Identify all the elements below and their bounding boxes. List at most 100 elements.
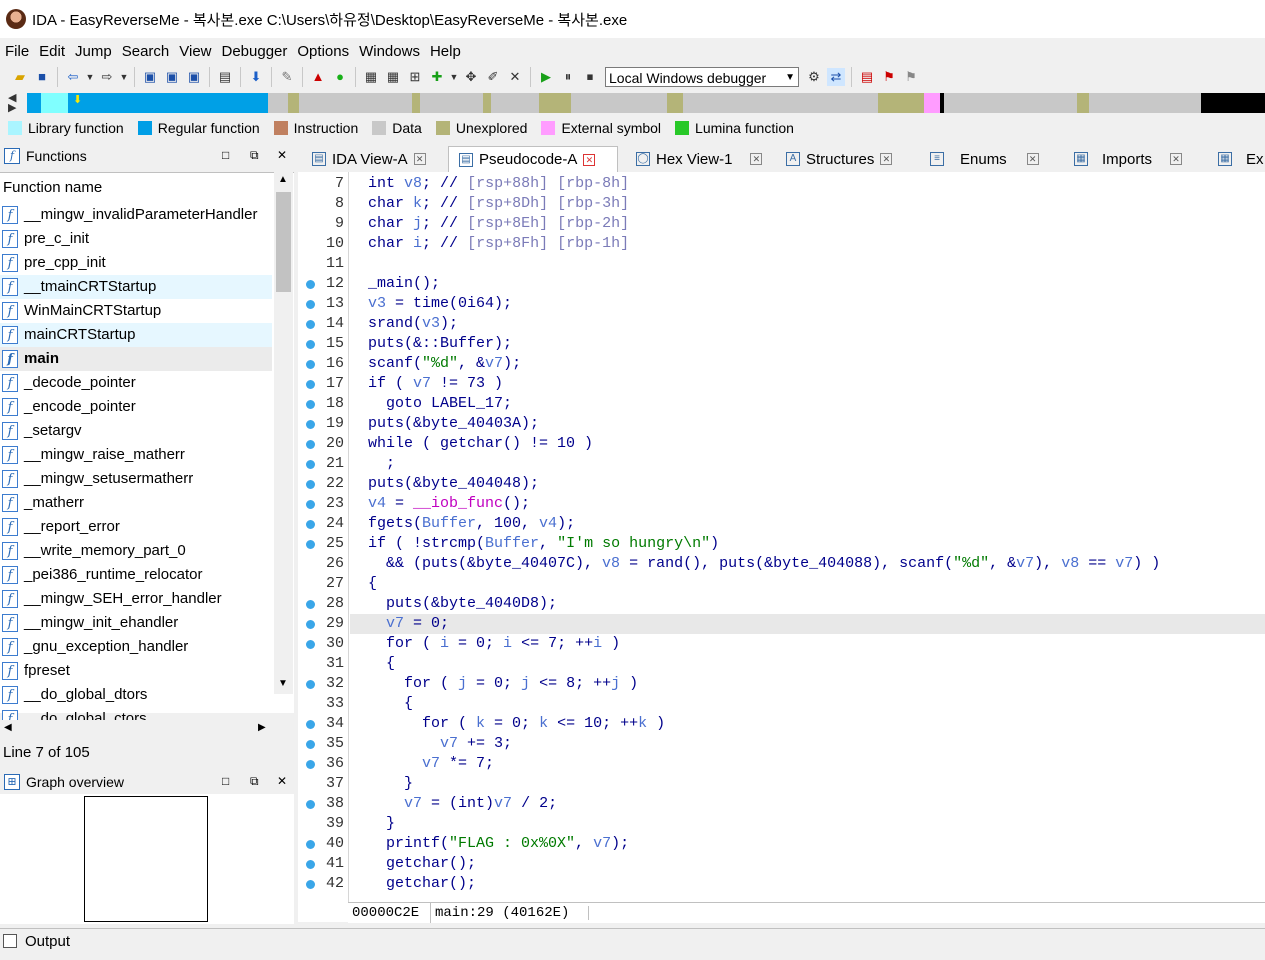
search-next-icon[interactable]: ▤ bbox=[216, 68, 234, 86]
breakpoints-icon[interactable]: ▤ bbox=[858, 68, 876, 86]
code-line[interactable]: puts(&byte_4040D8); bbox=[368, 594, 557, 614]
function-list-item[interactable]: f _pei386_runtime_relocator bbox=[0, 563, 272, 587]
debug-options-icon[interactable]: ⚙ bbox=[805, 68, 823, 86]
scrollbar-thumb[interactable] bbox=[276, 192, 291, 292]
pseudocode-view[interactable]: 7 8 9 10 11 12 13 14 15 16 17 18 19 20 21 22 23 24 25 26 27 2… bbox=[298, 172, 1265, 902]
breakpoint-marker-icon[interactable] bbox=[306, 360, 315, 369]
nav-segment-data[interactable] bbox=[268, 93, 288, 113]
node-dropdown-icon[interactable]: ▼ bbox=[450, 68, 459, 86]
code-line[interactable]: v3 = time(0i64); bbox=[368, 294, 512, 314]
breakpoint-marker-icon[interactable] bbox=[306, 400, 315, 409]
breakpoint-marker-icon[interactable] bbox=[306, 340, 315, 349]
breakpoint-marker-icon[interactable] bbox=[306, 540, 315, 549]
function-list-item[interactable]: f __write_memory_part_0 bbox=[0, 539, 272, 563]
menu-windows[interactable]: Windows bbox=[354, 43, 425, 60]
run-green-icon[interactable]: ● bbox=[331, 68, 349, 86]
breakpoint-marker-icon[interactable] bbox=[306, 620, 315, 629]
add-node-icon[interactable]: ✚ bbox=[428, 68, 446, 86]
code-line[interactable]: while ( getchar() != 10 ) bbox=[368, 434, 593, 454]
forward-icon[interactable]: ⇨ bbox=[98, 68, 116, 86]
function-list-item[interactable]: f pre_c_init bbox=[0, 227, 272, 251]
back-icon[interactable]: ⇦ bbox=[64, 68, 82, 86]
code-line[interactable]: char j; // [rsp+8Eh] [rbp-2h] bbox=[368, 214, 629, 234]
graph-overview-canvas[interactable] bbox=[0, 794, 294, 924]
function-list-item[interactable]: f _encode_pointer bbox=[0, 395, 272, 419]
edit-icon[interactable]: ✐ bbox=[484, 68, 502, 86]
play-icon[interactable]: ▶ bbox=[537, 68, 555, 86]
breakpoint-marker-icon[interactable] bbox=[306, 680, 315, 689]
scroll-down-icon[interactable]: ▼ bbox=[278, 678, 288, 689]
nav-segment-library[interactable] bbox=[41, 93, 68, 113]
code-line[interactable]: printf("FLAG : 0x%0X", v7); bbox=[368, 834, 629, 854]
search-binary-icon[interactable]: ▣ bbox=[163, 68, 181, 86]
code-line[interactable]: && (puts(&byte_40407C), v8 = rand(), put… bbox=[368, 554, 1160, 574]
panel-float-icon[interactable]: ⧉ bbox=[250, 148, 259, 163]
code-line[interactable]: getchar(); bbox=[368, 874, 476, 894]
tab-close-icon[interactable]: ✕ bbox=[880, 153, 893, 165]
code-line[interactable]: char k; // [rsp+8Dh] [rbp-3h] bbox=[368, 194, 629, 214]
code-line[interactable]: int v8; // [rsp+88h] [rbp-8h] bbox=[368, 174, 629, 194]
function-list-item[interactable]: f __mingw_raise_matherr bbox=[0, 443, 272, 467]
breakpoint-marker-icon[interactable] bbox=[306, 520, 315, 529]
code-line[interactable]: for ( k = 0; k <= 10; ++k ) bbox=[368, 714, 665, 734]
node-icon[interactable]: ⊞ bbox=[406, 68, 424, 86]
menu-options[interactable]: Options bbox=[292, 43, 354, 60]
breakpoint-marker-icon[interactable] bbox=[306, 800, 315, 809]
break-icon[interactable]: ✎ bbox=[278, 68, 296, 86]
breakpoint-marker-icon[interactable] bbox=[306, 880, 315, 889]
panel-minimize-icon[interactable]: □ bbox=[222, 774, 229, 788]
debugger-select[interactable]: Local Windows debugger ▼ bbox=[605, 67, 799, 87]
breakpoint-marker-icon[interactable] bbox=[306, 420, 315, 429]
code-line[interactable]: scanf("%d", &v7); bbox=[368, 354, 521, 374]
code-line[interactable]: srand(v3); bbox=[368, 314, 458, 334]
menu-jump[interactable]: Jump bbox=[70, 43, 117, 60]
function-list-item[interactable]: f _matherr bbox=[0, 491, 272, 515]
search-immediate-icon[interactable]: ▣ bbox=[185, 68, 203, 86]
code-line[interactable]: { bbox=[368, 654, 395, 674]
graph-overview-viewport[interactable] bbox=[84, 796, 208, 922]
tab-structures[interactable]: A Structures ✕ bbox=[786, 146, 906, 172]
tab-close-icon[interactable]: ✕ bbox=[583, 153, 596, 166]
scroll-up-icon[interactable]: ▲ bbox=[278, 174, 288, 185]
attach-icon[interactable]: ⇄ bbox=[827, 68, 845, 86]
code-line[interactable]: { bbox=[368, 694, 413, 714]
save-icon[interactable]: ■ bbox=[33, 68, 51, 86]
breakpoint-marker-icon[interactable] bbox=[306, 460, 315, 469]
tab-close-icon[interactable]: ✕ bbox=[750, 153, 763, 165]
function-list-item[interactable]: f mainCRTStartup bbox=[0, 323, 272, 347]
back-dropdown-icon[interactable]: ▼ bbox=[86, 68, 95, 86]
nav-left-arrows-icon[interactable]: ◀ ▶ bbox=[8, 93, 24, 114]
breakpoint-marker-icon[interactable] bbox=[306, 840, 315, 849]
breakpoint-marker-icon[interactable] bbox=[306, 720, 315, 729]
function-list-item[interactable]: f _decode_pointer bbox=[0, 371, 272, 395]
function-list-item[interactable]: f __mingw_SEH_error_handler bbox=[0, 587, 272, 611]
code-line[interactable]: goto LABEL_17; bbox=[368, 394, 512, 414]
menu-search[interactable]: Search bbox=[117, 43, 175, 60]
open-icon[interactable]: ▰ bbox=[11, 68, 29, 86]
close-icon[interactable]: ✕ bbox=[506, 68, 524, 86]
code-line[interactable]: v7 = (int)v7 / 2; bbox=[368, 794, 557, 814]
function-list-item[interactable]: f fpreset bbox=[0, 659, 272, 683]
function-list-item[interactable]: f __report_error bbox=[0, 515, 272, 539]
nav-segment-regular[interactable] bbox=[68, 93, 268, 113]
menu-edit[interactable]: Edit bbox=[34, 43, 70, 60]
code-line[interactable]: fgets(Buffer, 100, v4); bbox=[368, 514, 575, 534]
code-line[interactable]: } bbox=[368, 774, 413, 794]
panel-close-icon[interactable]: ✕ bbox=[277, 774, 287, 788]
breakpoint-marker-icon[interactable] bbox=[306, 440, 315, 449]
function-list-item[interactable]: f __mingw_invalidParameterHandler bbox=[0, 203, 272, 227]
panel-float-icon[interactable]: ⧉ bbox=[250, 774, 259, 789]
nav-segment-data[interactable] bbox=[944, 93, 1077, 113]
nav-segment-unexplored[interactable] bbox=[1077, 93, 1089, 113]
bookmark-icon[interactable]: ⚑ bbox=[880, 68, 898, 86]
nav-segment-external[interactable] bbox=[924, 93, 940, 113]
tab-close-icon[interactable]: ✕ bbox=[1170, 153, 1183, 165]
code-line[interactable]: for ( i = 0; i <= 7; ++i ) bbox=[368, 634, 620, 654]
menu-debugger[interactable]: Debugger bbox=[217, 43, 293, 60]
jump-down-icon[interactable]: ⬇ bbox=[247, 68, 265, 86]
breakpoint-marker-icon[interactable] bbox=[306, 320, 315, 329]
tab-close-icon[interactable]: ✕ bbox=[1026, 153, 1039, 165]
functions-horizontal-scrollbar[interactable]: ◀ ▶ bbox=[0, 720, 274, 738]
nav-segment-end[interactable] bbox=[1201, 93, 1265, 113]
code-line[interactable]: getchar(); bbox=[368, 854, 476, 874]
